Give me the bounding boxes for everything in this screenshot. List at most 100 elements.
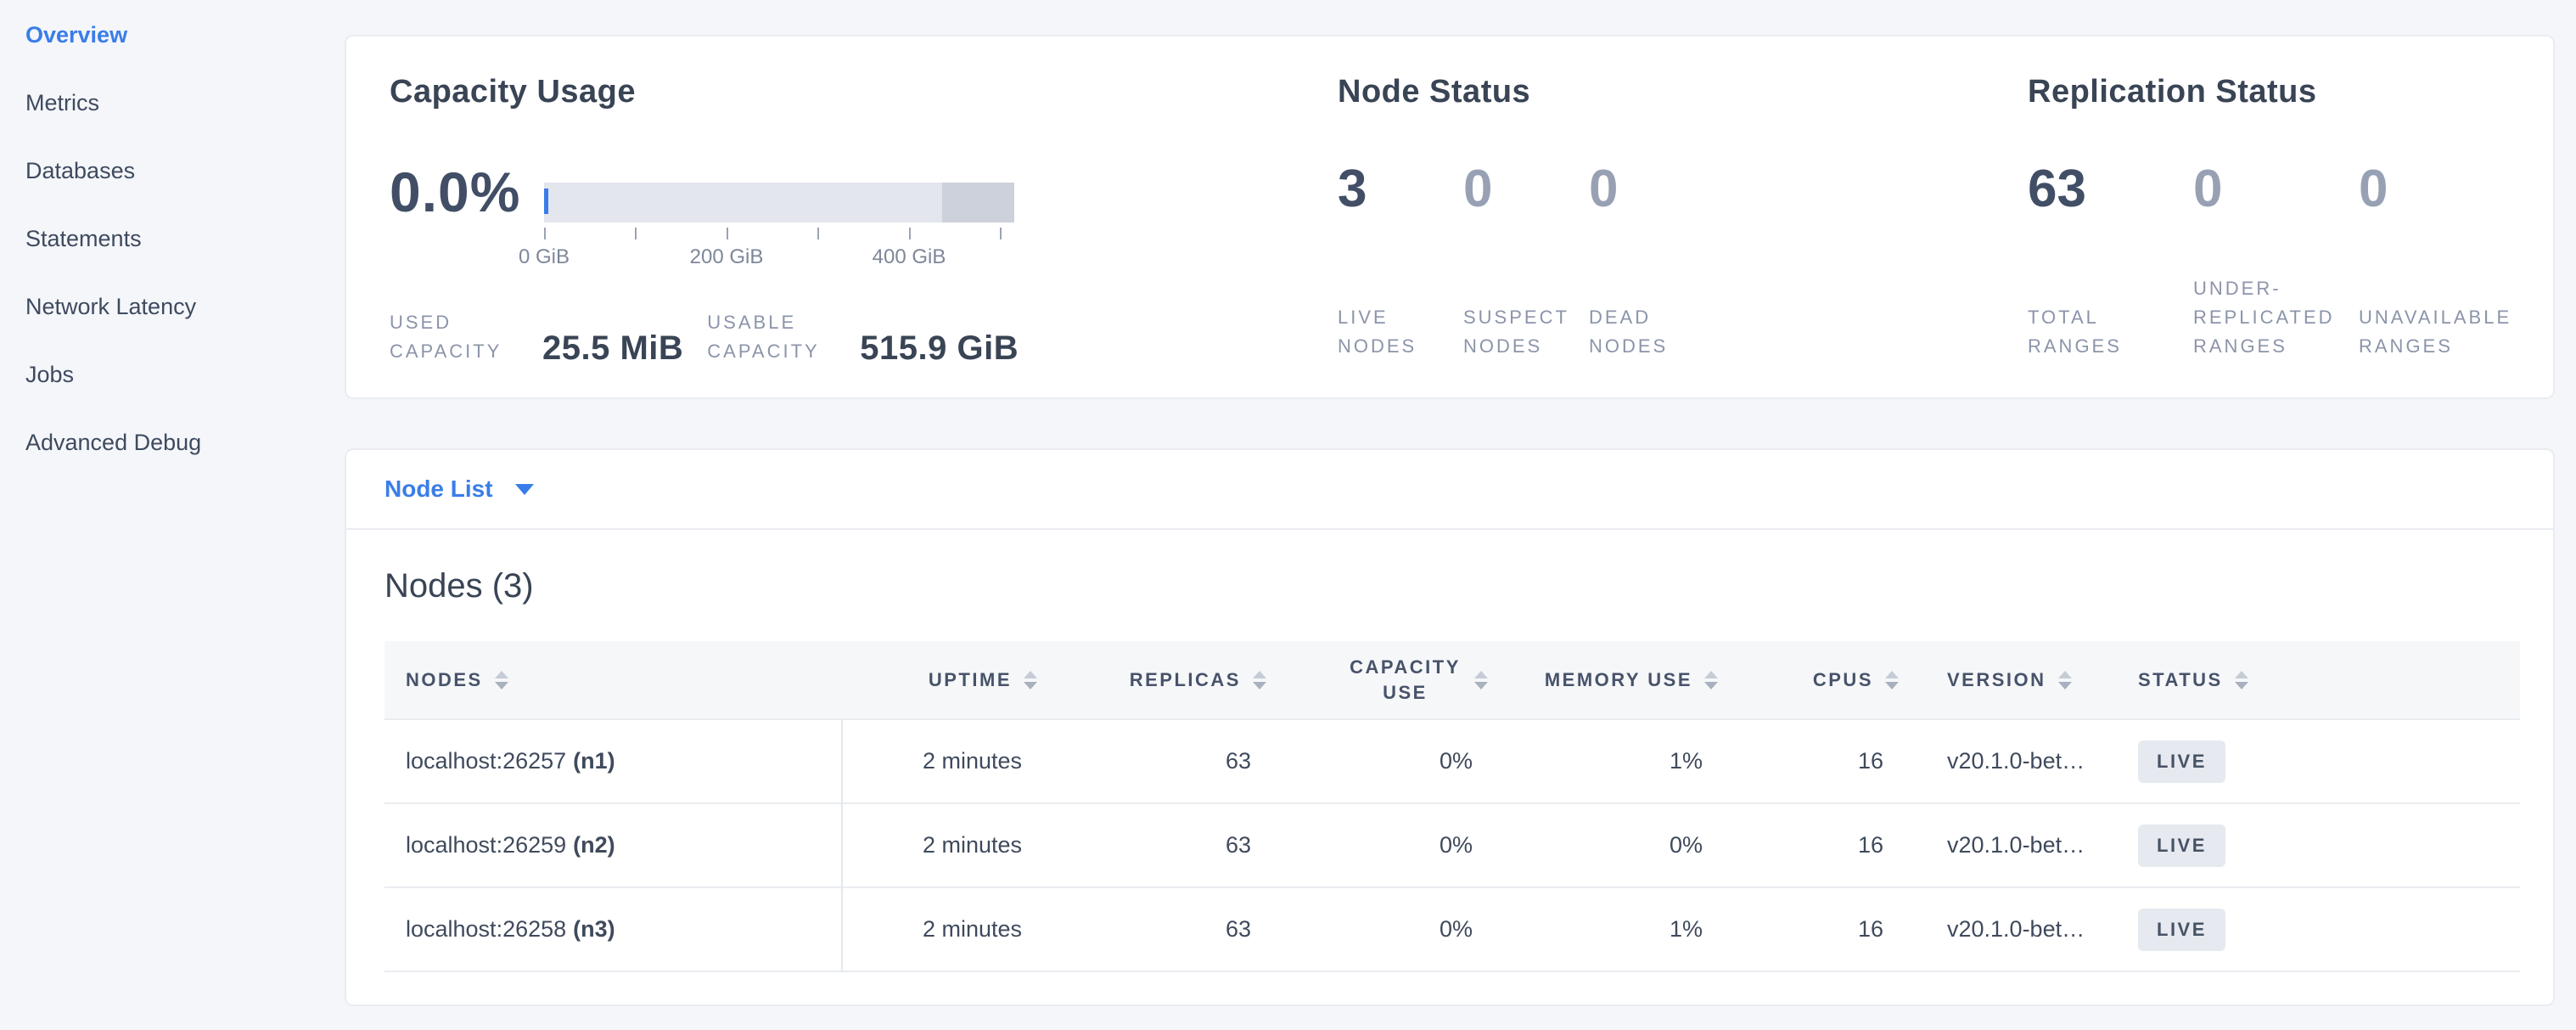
capacity-use-cell: 0%: [1277, 916, 1498, 943]
nodes-table-header: NODES UPTIME REPLICAS CAPACITY USE MEMOR…: [384, 641, 2520, 720]
table-row-node-2[interactable]: localhost:26259(n2) 2 minutes 63 0% 0% 1…: [384, 804, 2520, 888]
column-header-label: STATUS: [2138, 669, 2223, 691]
node-address: localhost:26258: [406, 916, 566, 942]
cpus-cell: 16: [1728, 832, 1909, 858]
column-header-version[interactable]: VERSION: [1909, 669, 2138, 691]
live-nodes-label: LIVE NODES: [1338, 303, 1463, 361]
cluster-summary-card: Capacity Usage 0.0% 0 GiB 200 GiB 400 Gi…: [345, 35, 2555, 399]
node-list-dropdown-label: Node List: [384, 476, 493, 503]
cpus-cell: 16: [1728, 748, 1909, 774]
replicas-cell: 63: [1047, 748, 1277, 774]
axis-tick: [635, 228, 637, 239]
version-cell: v20.1.0-bet…: [1909, 748, 2138, 774]
replicas-cell: 63: [1047, 916, 1277, 943]
axis-tick: [727, 228, 728, 239]
dead-nodes-value: 0: [1589, 160, 1715, 218]
sidebar: Overview Metrics Databases Statements Ne…: [0, 0, 345, 1030]
capacity-stats: USED CAPACITY 25.5 MiB USABLE CAPACITY 5…: [390, 307, 1042, 366]
status-badge: LIVE: [2138, 740, 2225, 783]
node-status-labels: LIVE NODES SUSPECT NODES DEAD NODES: [1338, 264, 1715, 361]
axis-tick: [544, 228, 546, 239]
capacity-use-cell: 0%: [1277, 748, 1498, 774]
sort-icon: [2058, 671, 2072, 689]
column-header-cpus[interactable]: CPUS: [1728, 669, 1909, 691]
nodes-column-divider: [841, 720, 843, 972]
sidebar-item-jobs[interactable]: Jobs: [0, 341, 345, 408]
replication-status-values: 63 0 0: [2028, 160, 2524, 218]
uptime-cell: 2 minutes: [841, 916, 1047, 943]
sidebar-item-advanced-debug[interactable]: Advanced Debug: [0, 408, 345, 476]
sidebar-item-network-latency[interactable]: Network Latency: [0, 273, 345, 341]
node-name: (n1): [573, 748, 615, 774]
usable-capacity-label: USABLE CAPACITY: [707, 308, 834, 366]
axis-label-0gib: 0 GiB: [485, 245, 603, 269]
column-header-capacity-use[interactable]: CAPACITY USE: [1277, 655, 1498, 706]
column-header-uptime[interactable]: UPTIME: [841, 669, 1047, 691]
live-nodes-value: 3: [1338, 160, 1463, 218]
table-row-node-3[interactable]: localhost:26258 (n3) 2 minutes 63 0% 1% 1…: [384, 888, 2520, 972]
dead-nodes-label: DEAD NODES: [1589, 303, 1715, 361]
memory-use-cell: 1%: [1498, 916, 1728, 943]
sort-icon: [1024, 671, 1037, 689]
sidebar-item-overview[interactable]: Overview: [0, 1, 345, 69]
sort-icon: [1474, 671, 1488, 689]
node-list-dropdown[interactable]: Node List: [346, 450, 2553, 530]
uptime-cell: 2 minutes: [841, 832, 1047, 858]
column-header-label: CAPACITY USE: [1348, 655, 1462, 706]
axis-tick: [1000, 228, 1002, 239]
unavailable-ranges-value: 0: [2359, 160, 2524, 218]
capacity-bar-nonusable-segment: [942, 183, 1014, 222]
cpus-cell: 16: [1728, 916, 1909, 943]
chevron-down-icon: [515, 484, 534, 495]
version-cell: v20.1.0-bet…: [1909, 916, 2138, 943]
sidebar-item-databases[interactable]: Databases: [0, 137, 345, 205]
node-address-cell[interactable]: localhost:26258 (n3): [384, 916, 841, 943]
suspect-nodes-value: 0: [1463, 160, 1589, 218]
node-address: localhost:26257: [406, 748, 566, 774]
node-status-section: Node Status 3 0 0 LIVE NODES SUSPECT NOD…: [1338, 37, 1983, 397]
replicas-cell: 63: [1047, 832, 1277, 858]
unavailable-ranges-label: UNAVAILABLE RANGES: [2359, 303, 2524, 361]
table-row-node-1[interactable]: localhost:26257(n1) 2 minutes 63 0% 1% 1…: [384, 720, 2520, 804]
node-address-cell[interactable]: localhost:26259 (n2): [384, 832, 841, 858]
capacity-bar-used-segment: [544, 189, 548, 214]
node-status-title: Node Status: [1338, 74, 1530, 110]
replication-status-title: Replication Status: [2028, 74, 2317, 110]
total-ranges-value: 63: [2028, 160, 2193, 218]
node-address-cell[interactable]: localhost:26257 (n1): [384, 748, 841, 774]
node-list-card: Node List Nodes (3) NODES UPTIME REPLICA…: [345, 448, 2555, 1006]
nodes-table: NODES UPTIME REPLICAS CAPACITY USE MEMOR…: [384, 641, 2520, 972]
column-header-label: VERSION: [1947, 669, 2046, 691]
axis-tick: [817, 228, 819, 239]
column-header-nodes[interactable]: NODES: [384, 669, 841, 691]
used-capacity-value: 25.5 MiB: [542, 330, 683, 366]
sort-icon: [2235, 671, 2248, 689]
nodes-count-heading: Nodes (3): [384, 567, 534, 605]
under-replicated-ranges-value: 0: [2193, 160, 2359, 218]
sort-icon: [495, 671, 508, 689]
column-header-status[interactable]: STATUS: [2138, 669, 2520, 691]
node-name: (n2): [573, 832, 615, 858]
axis-tick: [909, 228, 911, 239]
column-header-label: CPUS: [1813, 669, 1873, 691]
column-header-label: NODES: [406, 669, 483, 691]
usable-capacity-value: 515.9 GiB: [860, 330, 1019, 366]
suspect-nodes-label: SUSPECT NODES: [1463, 303, 1589, 361]
column-header-label: REPLICAS: [1130, 669, 1241, 691]
axis-label-400gib: 400 GiB: [850, 245, 968, 269]
used-capacity-label: USED CAPACITY: [390, 308, 517, 366]
replication-status-section: Replication Status 63 0 0 TOTAL RANGES U…: [2028, 37, 2554, 397]
status-cell: LIVE: [2138, 825, 2520, 867]
column-header-replicas[interactable]: REPLICAS: [1047, 669, 1277, 691]
memory-use-cell: 1%: [1498, 748, 1728, 774]
node-address: localhost:26259: [406, 832, 566, 858]
node-name: (n3): [573, 916, 615, 942]
sidebar-item-metrics[interactable]: Metrics: [0, 69, 345, 137]
column-header-memory-use[interactable]: MEMORY USE: [1498, 669, 1728, 691]
replication-status-labels: TOTAL RANGES UNDER-REPLICATED RANGES UNA…: [2028, 264, 2524, 361]
status-badge: LIVE: [2138, 909, 2225, 951]
axis-label-200gib: 200 GiB: [667, 245, 786, 269]
column-header-label: MEMORY USE: [1545, 669, 1692, 691]
capacity-usage-section: Capacity Usage 0.0% 0 GiB 200 GiB 400 Gi…: [390, 37, 1332, 397]
sidebar-item-statements[interactable]: Statements: [0, 205, 345, 273]
